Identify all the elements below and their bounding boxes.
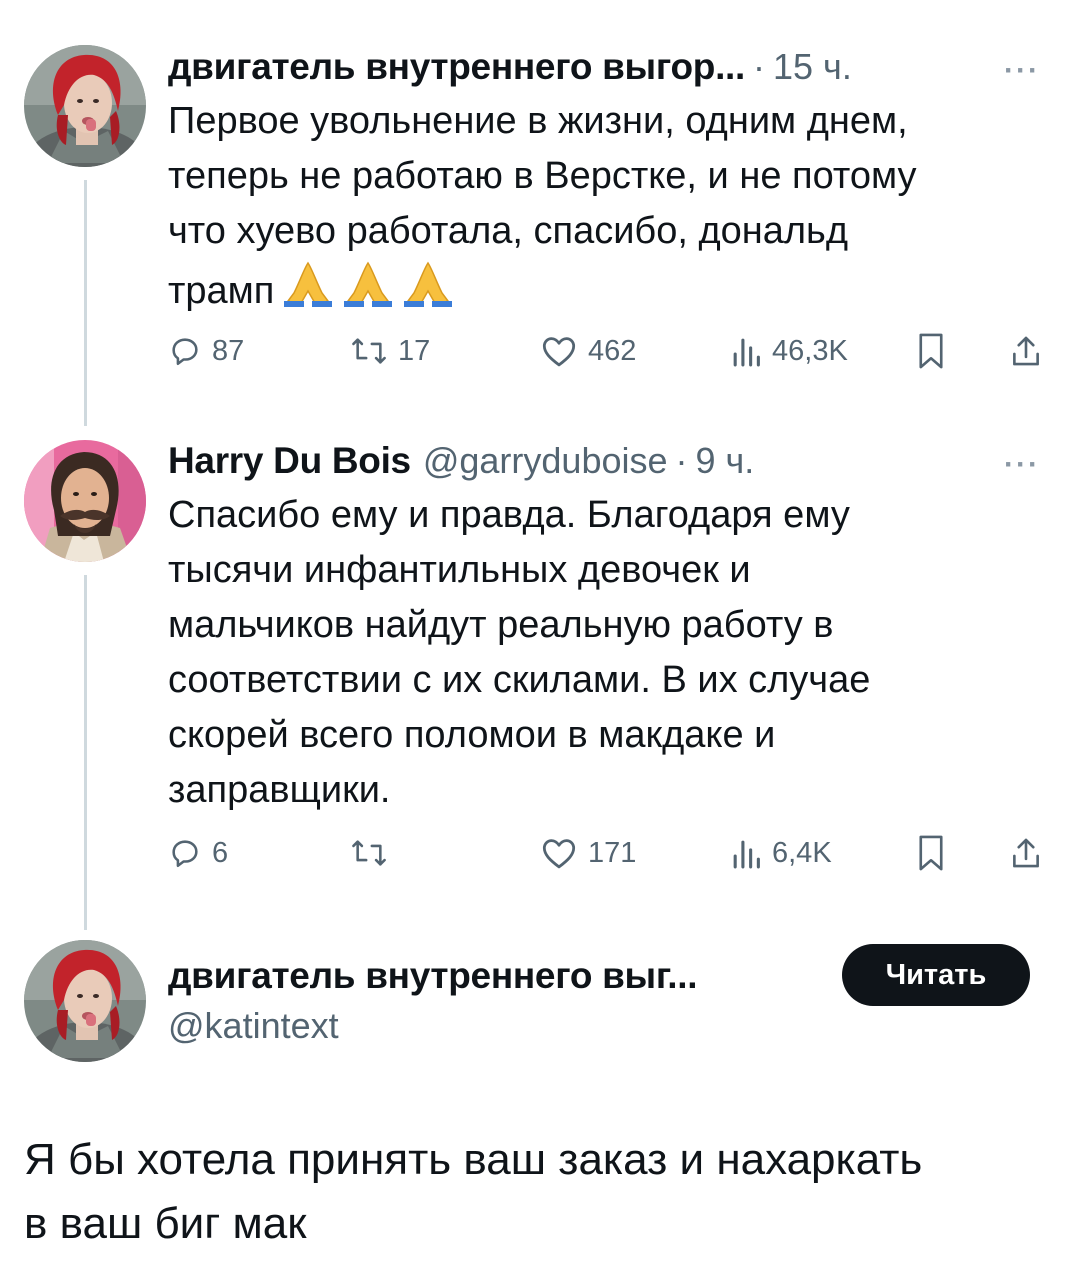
text-line: соответствии с их скилами. В их случае (168, 659, 871, 701)
reply-icon (172, 840, 198, 868)
share-button[interactable] (1010, 828, 1042, 878)
views-count: 46,3K (772, 334, 848, 367)
avatar[interactable] (24, 45, 146, 167)
author-name[interactable]: Harry Du Bois (168, 440, 411, 482)
text-line: трамп (168, 259, 1048, 325)
share-button[interactable] (1010, 326, 1042, 376)
more-icon[interactable]: ··· (1004, 54, 1040, 88)
author-name[interactable]: двигатель внутреннего выг... (168, 955, 697, 997)
avatar[interactable] (24, 440, 146, 562)
separator-dot: · (753, 46, 766, 87)
text-line: в ваш биг мак (24, 1199, 307, 1248)
reply-button[interactable]: 87 (168, 326, 244, 376)
author-handle[interactable]: @garryduboise (423, 440, 668, 482)
more-icon[interactable]: ··· (1004, 448, 1040, 482)
folded-hands-emoji-icon (280, 259, 460, 325)
views-button[interactable]: 46,3K (730, 326, 848, 376)
text-line: Я бы хотела принять ваш заказ и нахаркат… (24, 1135, 923, 1184)
bookmark-button[interactable] (916, 326, 946, 376)
bookmark-button[interactable] (916, 828, 946, 878)
follow-button[interactable]: Читать (842, 944, 1030, 1006)
post-handle-row: @katintext (168, 1005, 339, 1047)
post-time[interactable]: 15 ч. (773, 46, 852, 88)
post-text: Спасибо ему и правда. Благодаря ему тыся… (168, 488, 1048, 818)
text-line: Первое увольнение в жизни, одним днем, (168, 100, 908, 142)
views-icon (733, 338, 760, 367)
repost-button[interactable] (350, 828, 398, 878)
text-line: тысячи инфантильных девочек и (168, 549, 751, 591)
post-text: Я бы хотела принять ваш заказ и нахаркат… (24, 1128, 1054, 1256)
text-line: теперь не работаю в Верстке, и не потому (168, 155, 917, 197)
reply-count: 6 (212, 836, 229, 869)
thread-line (84, 180, 87, 426)
views-count: 6,4K (772, 836, 832, 869)
bookmark-icon (919, 333, 943, 369)
reply-button[interactable]: 6 (168, 828, 228, 878)
text-line: скорей всего поломои в макдаке и (168, 714, 776, 756)
repost-count: 17 (398, 334, 431, 367)
like-button[interactable]: 171 (540, 828, 636, 878)
bookmark-icon (919, 835, 943, 871)
like-count: 462 (588, 334, 637, 367)
repost-button[interactable]: 17 (350, 326, 430, 376)
repost-icon (352, 840, 386, 866)
post-header: двигатель внутреннего выг... (168, 955, 697, 997)
post-text: Первое увольнение в жизни, одним днем, т… (168, 94, 1048, 325)
author-name[interactable]: двигатель внутреннего выгор... (168, 46, 745, 88)
like-button[interactable]: 462 (540, 326, 636, 376)
views-button[interactable]: 6,4K (730, 828, 832, 878)
text-line: Спасибо ему и правда. Благодаря ему (168, 494, 850, 536)
share-icon (1013, 336, 1039, 366)
avatar[interactable] (24, 940, 146, 1062)
text-line: заправщики. (168, 769, 391, 811)
text-line: что хуево работала, спасибо, дональд (168, 210, 849, 252)
thread-line (84, 575, 87, 930)
post-header: Harry Du Bois @garryduboise · 9 ч. (168, 440, 754, 482)
heart-icon (542, 839, 576, 869)
reply-icon (172, 338, 198, 366)
heart-icon (542, 337, 576, 367)
like-count: 171 (588, 836, 637, 869)
author-handle[interactable]: @katintext (168, 1005, 339, 1047)
action-bar: 87 17 462 46,3K (168, 326, 1048, 376)
repost-icon (352, 338, 386, 364)
share-icon (1013, 838, 1039, 868)
post-header: двигатель внутреннего выгор... · 15 ч. (168, 46, 852, 88)
separator-dot: · (675, 440, 688, 481)
action-bar: 6 171 6,4K (168, 828, 1048, 878)
post-time[interactable]: 9 ч. (696, 440, 755, 482)
reply-count: 87 (212, 334, 245, 367)
text-line: мальчиков найдут реальную работу в (168, 604, 834, 646)
views-icon (733, 840, 760, 869)
